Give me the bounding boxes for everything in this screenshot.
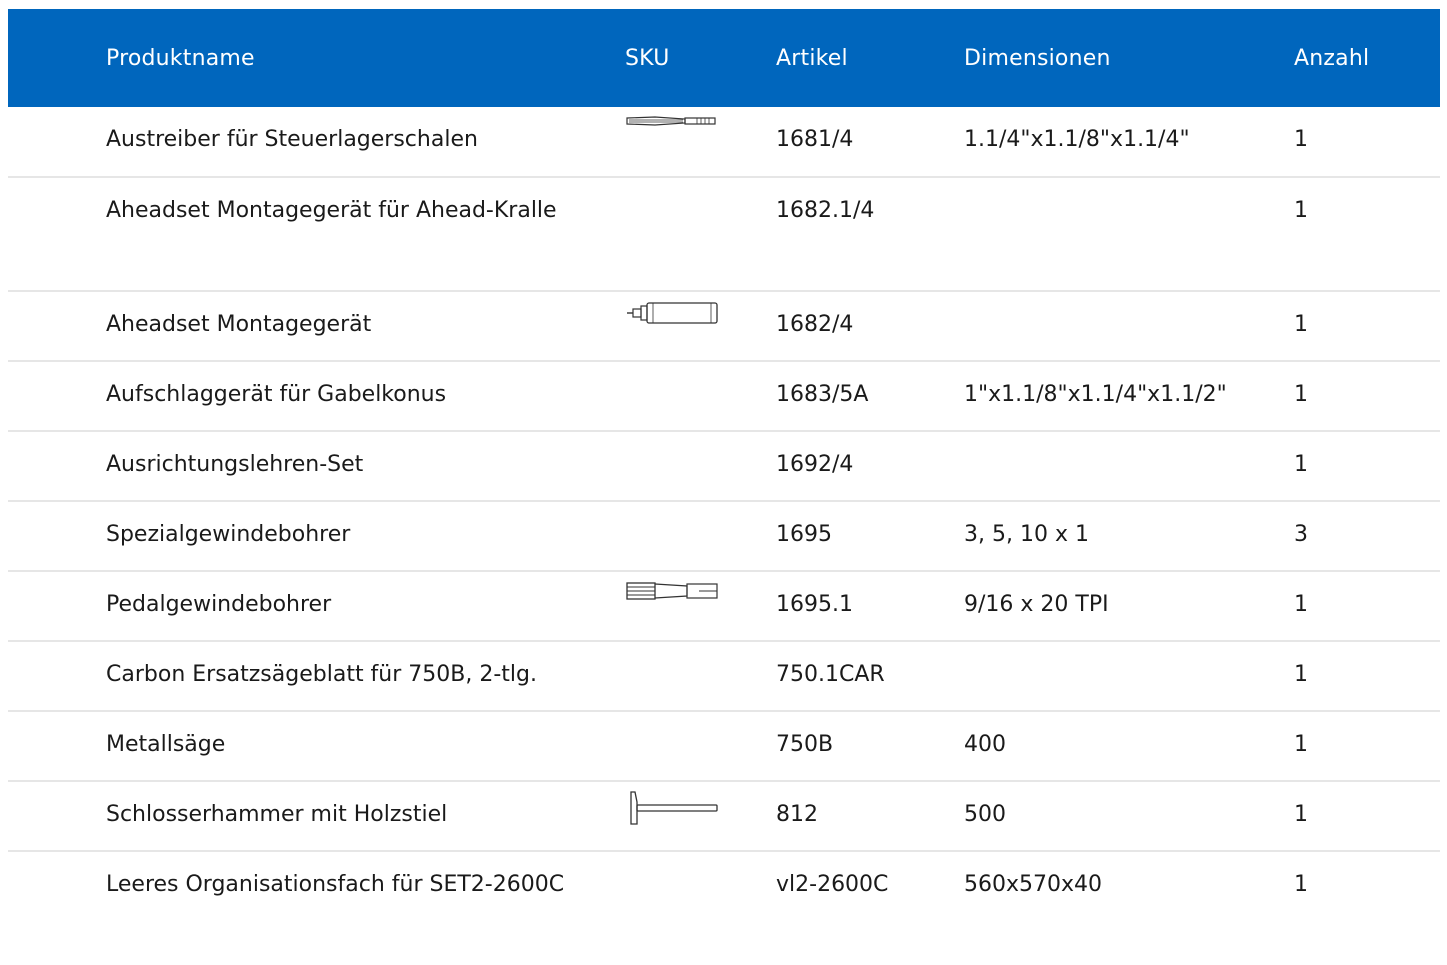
product-name: Pedalgewindebohrer bbox=[106, 592, 332, 617]
anzahl-cell: 1 bbox=[1294, 452, 1308, 477]
anzahl-cell: 1 bbox=[1294, 312, 1308, 337]
sku-cell bbox=[625, 851, 776, 965]
dimensionen-cell bbox=[964, 291, 1294, 361]
table-header: Produktname SKU Artikel Dimensionen Anza… bbox=[8, 9, 1440, 107]
dimensionen-cell: 400 bbox=[964, 732, 1006, 757]
product-name: Schlosserhammer mit Holzstiel bbox=[106, 802, 448, 827]
header-produktname[interactable]: Produktname bbox=[106, 9, 625, 107]
product-name: Austreiber für Steuerlagerschalen bbox=[106, 127, 478, 152]
product-name: Aheadset Montagegerät bbox=[106, 312, 372, 337]
sku-cell bbox=[625, 711, 776, 781]
header-dimensionen[interactable]: Dimensionen bbox=[964, 9, 1294, 107]
sku-cell bbox=[625, 501, 776, 571]
artikel-cell: 1682/4 bbox=[776, 312, 854, 337]
anzahl-cell: 3 bbox=[1294, 522, 1308, 547]
dimensionen-cell bbox=[964, 177, 1294, 291]
anzahl-cell: 1 bbox=[1294, 662, 1308, 687]
table-row: Schlosserhammer mit Holzstiel 812 500 1 bbox=[8, 781, 1440, 851]
artikel-cell: 1681/4 bbox=[776, 127, 854, 152]
sku-cell bbox=[625, 781, 776, 851]
product-table: Produktname SKU Artikel Dimensionen Anza… bbox=[8, 9, 1440, 965]
anzahl-cell: 1 bbox=[1294, 872, 1308, 897]
table-row: Ausrichtungslehren-Set 1692/4 1 bbox=[8, 431, 1440, 501]
table-row: Aheadset Montagegerät 1682/4 1 bbox=[8, 291, 1440, 361]
artikel-cell: 1695 bbox=[776, 522, 832, 547]
dimensionen-cell: 500 bbox=[964, 802, 1006, 827]
hammer-icon bbox=[630, 791, 718, 825]
product-name: Carbon Ersatzsägeblatt für 750B, 2-tlg. bbox=[106, 662, 537, 687]
dimensionen-cell: 560x570x40 bbox=[964, 872, 1103, 897]
table-row: Aheadset Montagegerät für Ahead-Kralle 1… bbox=[8, 177, 1440, 291]
table-row: Metallsäge 750B 400 1 bbox=[8, 711, 1440, 781]
table-row: Leeres Organisationsfach für SET2-2600C … bbox=[8, 851, 1440, 965]
header-sku[interactable]: SKU bbox=[625, 9, 776, 107]
artikel-cell: 750B bbox=[776, 732, 834, 757]
table-row: Carbon Ersatzsägeblatt für 750B, 2-tlg. … bbox=[8, 641, 1440, 711]
product-name: Spezialgewindebohrer bbox=[106, 522, 351, 547]
header-anzahl[interactable]: Anzahl bbox=[1294, 9, 1440, 107]
sku-cell bbox=[625, 641, 776, 711]
setting-tool-icon bbox=[627, 302, 718, 324]
dimensionen-cell: 3, 5, 10 x 1 bbox=[964, 522, 1089, 547]
product-name: Aufschlaggerät für Gabelkonus bbox=[106, 382, 447, 407]
table-row: Austreiber für Steuerlagerschalen 1681/4… bbox=[8, 107, 1440, 177]
table-row: Pedalgewindebohrer 1695.1 9/16 x 20 TPI … bbox=[8, 571, 1440, 641]
table-row: Aufschlaggerät für Gabelkonus 1683/5A 1"… bbox=[8, 361, 1440, 431]
header-spacer bbox=[8, 9, 106, 107]
sku-cell bbox=[625, 177, 776, 291]
product-name: Aheadset Montagegerät für Ahead-Kralle bbox=[106, 198, 557, 223]
sku-cell bbox=[625, 107, 776, 177]
anzahl-cell: 1 bbox=[1294, 382, 1308, 407]
artikel-cell: 750.1CAR bbox=[776, 662, 885, 687]
anzahl-cell: 1 bbox=[1294, 127, 1308, 152]
product-name: Leeres Organisationsfach für SET2-2600C bbox=[106, 872, 565, 897]
dimensionen-cell: 1.1/4"x1.1/8"x1.1/4" bbox=[964, 127, 1190, 152]
anzahl-cell: 1 bbox=[1294, 732, 1308, 757]
artikel-cell: 1692/4 bbox=[776, 452, 854, 477]
sku-cell bbox=[625, 571, 776, 641]
artikel-cell: 812 bbox=[776, 802, 818, 827]
artikel-cell: 1682.1/4 bbox=[776, 198, 875, 223]
sku-cell bbox=[625, 361, 776, 431]
artikel-cell: 1695.1 bbox=[776, 592, 853, 617]
header-artikel[interactable]: Artikel bbox=[776, 9, 964, 107]
anzahl-cell: 1 bbox=[1294, 802, 1308, 827]
sku-cell bbox=[625, 291, 776, 361]
dimensionen-cell bbox=[964, 641, 1294, 711]
dimensionen-cell: 9/16 x 20 TPI bbox=[964, 592, 1109, 617]
product-name: Metallsäge bbox=[106, 732, 226, 757]
pin-punch-icon bbox=[626, 116, 716, 126]
sku-cell bbox=[625, 431, 776, 501]
dimensionen-cell: 1"x1.1/8"x1.1/4"x1.1/2" bbox=[964, 382, 1227, 407]
table-body: Austreiber für Steuerlagerschalen 1681/4… bbox=[8, 107, 1440, 965]
artikel-cell: vl2-2600C bbox=[776, 872, 889, 897]
product-table-container: Produktname SKU Artikel Dimensionen Anza… bbox=[8, 9, 1440, 965]
table-row: Spezialgewindebohrer 1695 3, 5, 10 x 1 3 bbox=[8, 501, 1440, 571]
anzahl-cell: 1 bbox=[1294, 592, 1308, 617]
anzahl-cell: 1 bbox=[1294, 198, 1308, 223]
product-name: Ausrichtungslehren-Set bbox=[106, 452, 364, 477]
dimensionen-cell bbox=[964, 431, 1294, 501]
artikel-cell: 1683/5A bbox=[776, 382, 869, 407]
tap-icon bbox=[626, 582, 718, 600]
